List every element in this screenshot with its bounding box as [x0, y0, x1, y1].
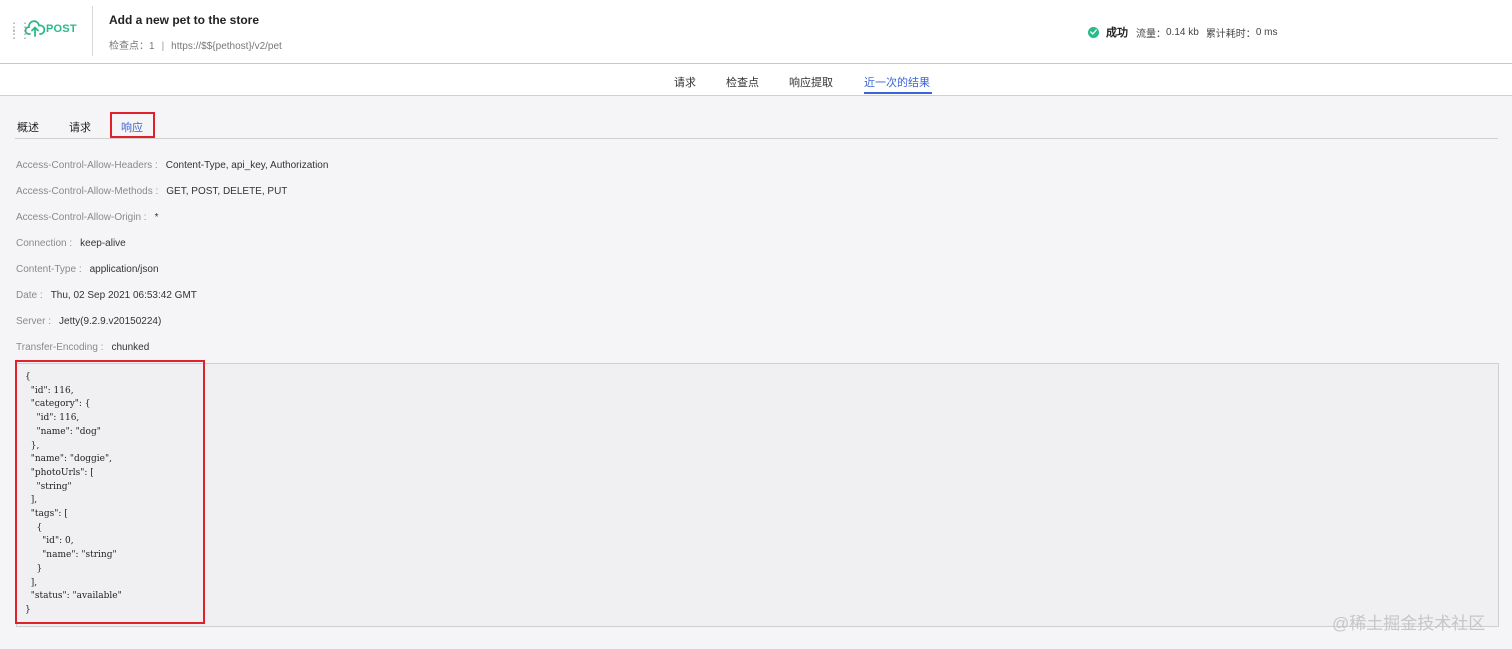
check-circle-icon [1088, 26, 1099, 38]
header-value: Jetty(9.2.9.v20150224) [59, 316, 162, 327]
header-value: * [154, 212, 159, 223]
sub-tab-bar: 概述 请求 响应 [15, 110, 1498, 139]
header-row: Server : Jetty(9.2.9.v20150224) [16, 316, 161, 327]
drag-handle-icon[interactable]: ⋮⋮ ⋮⋮ [8, 21, 31, 40]
header-key: Connection : [16, 238, 73, 249]
checkpoints-count: 1 [149, 41, 155, 52]
header-row: Access-Control-Allow-Methods : GET, POST,… [16, 186, 287, 197]
header-key: Date : [16, 290, 43, 301]
header-key: Content-Type : [16, 264, 82, 275]
tab-checkpoints[interactable]: 检查点 [726, 74, 759, 90]
traffic-label: 流量： [1136, 28, 1166, 40]
header-value: chunked [111, 342, 150, 353]
active-tab-indicator [864, 92, 932, 94]
request-header: ⋮⋮ ⋮⋮ POST Add a new pet to the store 检查点… [0, 0, 1512, 64]
header-row: Access-Control-Allow-Origin : * [16, 212, 159, 223]
meta-separator: | [161, 41, 165, 52]
request-url: https://$${pethost}/v2/pet [171, 41, 282, 52]
response-tab-highlight [110, 112, 155, 138]
header-row: Transfer-Encoding : chunked [16, 342, 149, 353]
checkpoints-label: 检查点： [109, 41, 149, 52]
tab-request[interactable]: 请求 [674, 74, 696, 90]
header-value: Content-Type, api_key, Authorization [165, 160, 329, 171]
method-label: POST [46, 23, 77, 35]
tab-response-extract[interactable]: 响应提取 [789, 74, 833, 90]
tab-latest-result[interactable]: 近一次的结果 [864, 74, 930, 90]
header-row: Content-Type : application/json [16, 264, 159, 275]
run-status: 成功 流量： 0.14 kb 累计耗时： 0 ms [1088, 24, 1277, 40]
header-value: Thu, 02 Sep 2021 06:53:42 GMT [50, 290, 197, 301]
elapsed-value: 0 ms [1255, 26, 1278, 38]
header-value: GET, POST, DELETE, PUT [166, 186, 288, 197]
header-row: Access-Control-Allow-Headers : Content-Ty… [16, 160, 328, 171]
header-value: keep-alive [80, 238, 126, 249]
header-divider [92, 6, 93, 56]
elapsed-label: 累计耗时： [1205, 28, 1256, 40]
header-key: Access-Control-Allow-Headers : [16, 160, 158, 171]
header-value: application/json [89, 264, 159, 275]
traffic-value: 0.14 kb [1166, 26, 1199, 38]
top-tab-bar: 请求 检查点 响应提取 近一次的结果 [0, 64, 1512, 96]
status-text: 成功 [1106, 27, 1128, 39]
header-row: Date : Thu, 02 Sep 2021 06:53:42 GMT [16, 290, 197, 301]
cloud-upload-icon [25, 20, 45, 37]
header-key: Server : [16, 316, 52, 327]
subtab-overview[interactable]: 概述 [17, 119, 39, 135]
response-body-highlight [15, 360, 205, 624]
header-key: Access-Control-Allow-Origin : [16, 212, 147, 223]
post-method-logo: POST [25, 20, 77, 38]
request-meta: 检查点：1 | https://$${pethost}/v2/pet [109, 37, 282, 52]
header-key: Access-Control-Allow-Methods : [16, 186, 159, 197]
header-row: Connection : keep-alive [16, 238, 126, 249]
header-key: Transfer-Encoding : [16, 342, 104, 353]
watermark: @稀土掘金技术社区 [1332, 614, 1486, 633]
subtab-request[interactable]: 请求 [69, 119, 91, 135]
page: ⋮⋮ ⋮⋮ POST Add a new pet to the store 检查点… [0, 0, 1512, 649]
response-body-panel[interactable] [16, 363, 1499, 627]
request-title: Add a new pet to the store [109, 13, 260, 27]
